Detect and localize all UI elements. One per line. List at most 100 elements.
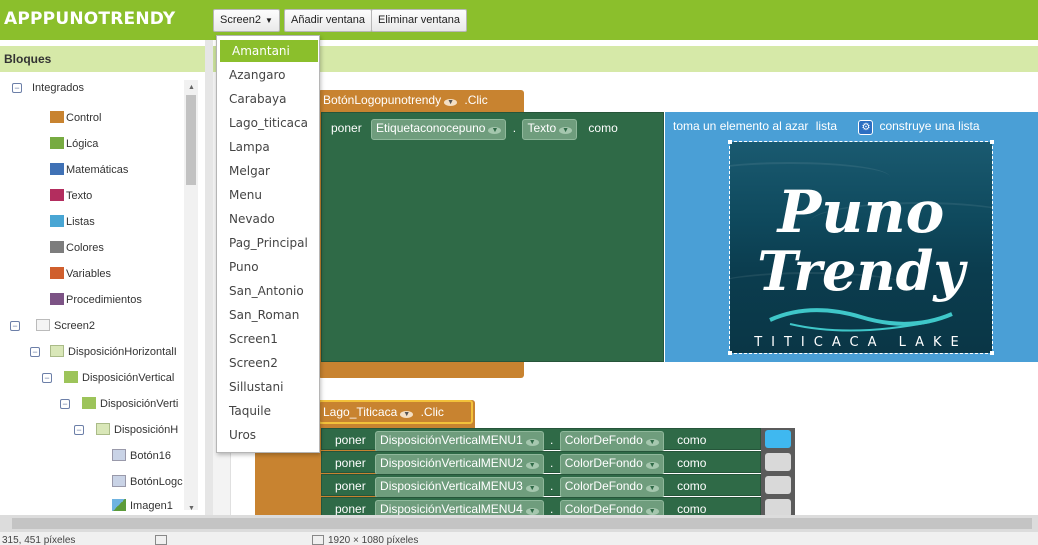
chevron-down-icon: ▼ [645,439,659,446]
tree-item-disposicion-vertical[interactable]: − DisposiciónVertical [42,368,182,388]
tree-label: Lógica [66,138,99,150]
menu-item-nevado[interactable]: Nevado [217,208,319,230]
menu-item-uros[interactable]: Uros [217,424,319,446]
color-block-light-gray[interactable] [765,453,791,471]
collapse-icon[interactable]: − [60,399,70,409]
property-name: ColorDeFondo [564,456,643,470]
screen-selector-label: Screen2 [220,14,261,26]
target-name: Etiquetaconocepuno [376,121,486,135]
remove-window-button[interactable]: Eliminar ventana [371,9,467,32]
menu-item-sillustani[interactable]: Sillustani [217,376,319,398]
tree-item-logica[interactable]: Lógica [50,134,180,154]
color-block-light-gray[interactable] [765,499,791,515]
component-dropdown[interactable]: Etiquetaconocepuno ▼ [371,119,507,140]
tree-label: Texto [66,190,93,202]
component-dropdown[interactable]: DisposiciónVerticalMENU2 ▼ [375,454,544,475]
blocks-workspace[interactable]: BotónLogopunotrendy ▼ .Clic poner Etiquet… [213,72,1038,515]
logo-wave-line [769,308,953,326]
puno-trendy-logo-image[interactable]: Puno Trendy TITICACA LAKE [729,141,993,354]
tree-item-disposicion-h[interactable]: − DisposiciónH [74,420,182,440]
tree-item-boton16[interactable]: Botón16 [112,446,182,466]
tree-item-texto[interactable]: Texto [50,186,180,206]
menu-item-amantani[interactable]: Amantani [220,40,318,62]
menu-item-lago-titicaca[interactable]: Lago_titicaca [217,112,319,134]
chevron-down-icon: ▼ [645,485,659,492]
horizontal-scrollbar-thumb[interactable] [12,518,1032,529]
menu-item-screen2[interactable]: Screen2 [217,352,319,374]
resize-handle[interactable] [990,140,994,144]
menu-item-san-antonio[interactable]: San_Antonio [217,280,319,302]
set-block-row: poner Etiquetaconocepuno ▼ . Texto ▼ como [331,119,618,140]
tree-item-boton-logo[interactable]: BotónLogc [112,472,183,492]
chevron-down-icon: ▼ [264,16,273,25]
tree-item-disposicion-horizontal[interactable]: − DisposiciónHorizontalI [30,342,182,362]
menu-item-puno[interactable]: Puno [217,256,319,278]
tree-item-colores[interactable]: Colores [50,238,180,258]
resize-handle[interactable] [990,351,994,355]
chevron-down-icon[interactable]: ▼ [400,411,414,418]
tree-item-variables[interactable]: Variables [50,264,180,284]
component-dropdown[interactable]: DisposiciónVerticalMENU4 ▼ [375,500,544,515]
collapse-icon[interactable]: − [10,321,20,331]
property-dropdown[interactable]: Texto ▼ [522,119,578,140]
property-dropdown[interactable]: ColorDeFondo ▼ [559,477,664,498]
gear-icon[interactable]: ⚙ [858,120,874,135]
tree-item-integrados[interactable]: − Integrados [12,78,182,98]
dot-separator: . [550,502,554,515]
menu-item-azangaro[interactable]: Azangaro [217,64,319,86]
tree-item-disposicion-verti[interactable]: − DisposiciónVerti [60,394,182,414]
collapse-icon[interactable]: − [42,373,52,383]
chevron-down-icon: ▼ [645,508,659,515]
workspace-header [213,46,1038,72]
color-block-light-gray[interactable] [765,476,791,494]
menu-item-carabaya[interactable]: Carabaya [217,88,319,110]
tree-item-screen2[interactable]: − Screen2 [10,316,182,336]
blocks-panel-title: Bloques [4,52,52,66]
component-dropdown[interactable]: DisposiciónVerticalMENU3 ▼ [375,477,544,498]
property-dropdown[interactable]: ColorDeFondo ▼ [559,500,664,515]
category-swatch-icon [50,189,64,201]
menu-item-san-roman[interactable]: San_Roman [217,304,319,326]
panel-separator[interactable] [205,40,213,515]
resize-handle[interactable] [728,140,732,144]
as-keyword: como [677,479,707,493]
collapse-icon[interactable]: − [74,425,84,435]
resize-handle[interactable] [728,351,732,355]
as-keyword: como [677,433,707,447]
tree-label: Variables [66,268,112,280]
blocks-tree: − Integrados Control Lógica Matemáticas … [0,74,205,514]
collapse-icon[interactable]: − [12,83,22,93]
chevron-down-icon: ▼ [525,462,539,469]
menu-item-menu[interactable]: Menu [217,184,319,206]
menu-item-pag-principal[interactable]: Pag_Principal [217,232,319,254]
component-dropdown[interactable]: DisposiciónVerticalMENU1 ▼ [375,431,544,452]
tree-label: Integrados [32,82,84,94]
set-keyword: poner [335,456,366,470]
set-block-row: poner DisposiciónVerticalMENU2 ▼ . ColorD… [335,454,706,475]
tree-scrollbar-thumb[interactable] [186,95,196,185]
menu-item-screen1[interactable]: Screen1 [217,328,319,350]
menu-item-lampa[interactable]: Lampa [217,136,319,158]
scroll-down-icon[interactable]: ▼ [188,505,195,512]
horizontal-scrollbar[interactable] [0,515,1038,532]
color-block-light-blue[interactable] [765,430,791,448]
tree-item-control[interactable]: Control [50,108,180,128]
tree-item-imagen1[interactable]: Imagen1 [112,496,182,514]
tree-item-listas[interactable]: Listas [50,212,180,232]
screen-selector-button[interactable]: Screen2 ▼ [213,9,280,32]
add-window-button[interactable]: Añadir ventana [284,9,372,32]
scroll-up-icon[interactable]: ▲ [188,84,195,91]
event-block-header: Lago_Titicaca ▼ .Clic [323,405,444,419]
as-keyword: como [677,456,707,470]
horizontal-layout-icon [50,345,64,357]
collapse-icon[interactable]: − [30,347,40,357]
category-swatch-icon [50,241,64,253]
menu-item-taquile[interactable]: Taquile [217,400,319,422]
set-block-etiqueta-texto[interactable] [321,112,664,362]
property-dropdown[interactable]: ColorDeFondo ▼ [559,431,664,452]
tree-item-matematicas[interactable]: Matemáticas [50,160,180,180]
menu-item-melgar[interactable]: Melgar [217,160,319,182]
tree-item-procedimientos[interactable]: Procedimientos [50,290,180,310]
chevron-down-icon[interactable]: ▼ [444,99,458,106]
property-dropdown[interactable]: ColorDeFondo ▼ [559,454,664,475]
